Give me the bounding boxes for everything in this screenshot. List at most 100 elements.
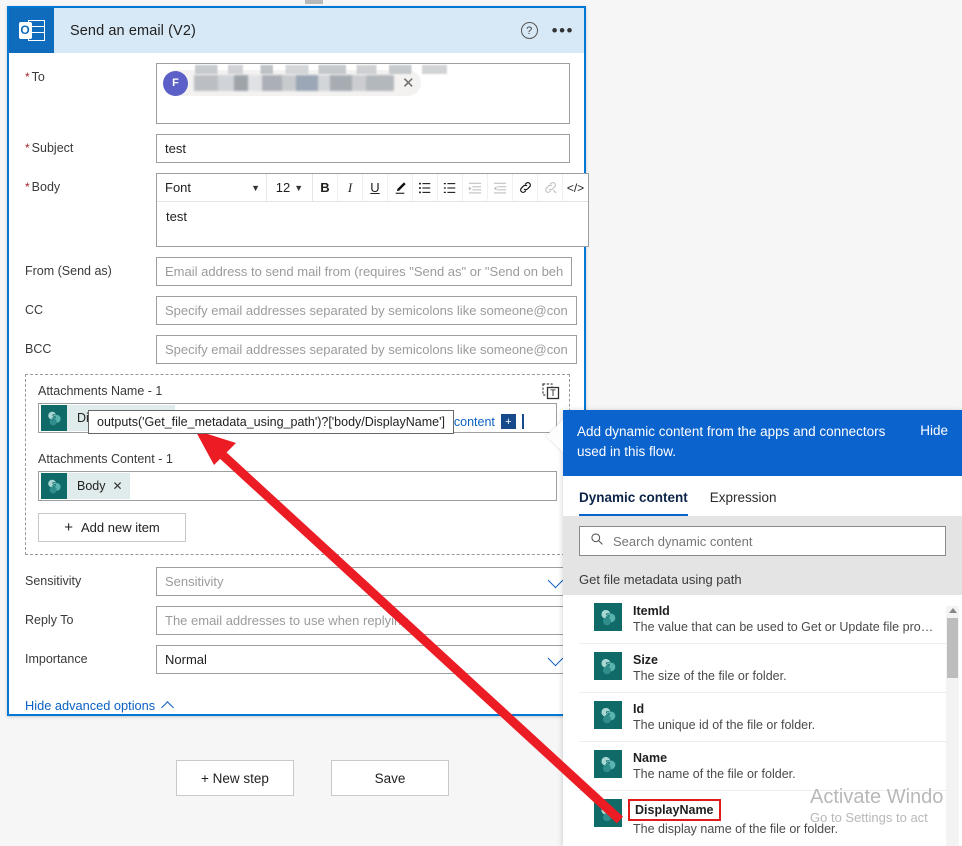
card-header-actions: ? ••• <box>520 8 574 53</box>
cc-input[interactable]: Specify email addresses separated by sem… <box>156 296 577 325</box>
body-rich-text-editor: Font ▼ 12 ▼ B I U </> test <box>156 173 589 247</box>
body-input[interactable]: test <box>157 202 588 246</box>
list-item[interactable]: S Size The size of the file or folder. <box>579 644 954 693</box>
hide-banner-button[interactable]: Hide <box>920 422 948 438</box>
sharepoint-icon: S <box>594 750 622 778</box>
new-step-button[interactable]: + New step <box>176 760 294 796</box>
token-body[interactable]: S Body ✕ <box>41 473 130 499</box>
sharepoint-icon: S <box>594 652 622 680</box>
reply-to-input[interactable]: The email addresses to use when replying <box>156 606 570 635</box>
add-new-item-button[interactable]: + Add new item <box>38 513 186 542</box>
outlook-icon: O <box>9 8 54 53</box>
font-size-label: 12 <box>275 180 291 195</box>
save-button[interactable]: Save <box>331 760 449 796</box>
more-options-icon[interactable]: ••• <box>552 22 574 39</box>
code-view-icon[interactable]: </> <box>563 174 588 201</box>
windows-activation-watermark: Activate Windo Go to Settings to act <box>810 785 960 827</box>
rte-toolbar: Font ▼ 12 ▼ B I U </> <box>157 174 588 202</box>
font-family-dropdown[interactable]: Font ▼ <box>157 174 267 201</box>
field-row-cc: CC Specify email addresses separated by … <box>9 296 584 325</box>
chevron-down-icon: ▼ <box>251 182 260 193</box>
field-row-body: Body Font ▼ 12 ▼ B <box>9 173 589 247</box>
attachments-group: T Attachments Name - 1 S Attachments Con… <box>25 374 570 555</box>
tab-dynamic-content[interactable]: Dynamic content <box>579 490 688 516</box>
highlight-pen-icon[interactable] <box>388 174 413 201</box>
card-header: O Send an email (V2) ? ••• <box>9 8 584 53</box>
sharepoint-icon: S <box>594 799 622 827</box>
list-item[interactable]: S Name The name of the file or folder. <box>579 742 954 791</box>
remove-recipient-icon[interactable]: ✕ <box>402 76 415 91</box>
underline-icon[interactable]: U <box>363 174 388 201</box>
recipient-redacted-text <box>194 75 394 91</box>
search-dynamic-content-input[interactable]: Search dynamic content <box>579 526 946 556</box>
list-item[interactable]: S Id The unique id of the file or folder… <box>579 693 954 742</box>
item-description: The value that can be used to Get or Upd… <box>633 620 938 634</box>
label-attachments-name: Attachments Name - 1 <box>38 384 163 398</box>
sharepoint-icon: S <box>41 473 67 499</box>
label-subject: Subject <box>25 134 156 163</box>
label-reply-to: Reply To <box>25 613 74 627</box>
help-icon[interactable]: ? <box>520 22 538 39</box>
token-label: Body <box>77 479 106 493</box>
hide-advanced-label: Hide advanced options <box>25 698 156 713</box>
bcc-input[interactable]: Specify email addresses separated by sem… <box>156 335 577 364</box>
chevron-up-icon <box>161 700 175 714</box>
bold-glyph: B <box>320 180 330 195</box>
svg-text:S: S <box>605 612 610 619</box>
item-name: DisplayName <box>628 799 721 821</box>
sharepoint-icon: S <box>594 603 622 631</box>
item-name: ItemId <box>633 604 670 618</box>
hide-advanced-options-link[interactable]: Hide advanced options <box>25 698 175 714</box>
svg-text:T: T <box>550 388 556 398</box>
numbered-list-icon[interactable] <box>413 174 438 201</box>
font-family-label: Font <box>165 180 192 195</box>
dynamic-content-banner: Add dynamic content from the apps and co… <box>563 410 962 476</box>
list-item[interactable]: S ItemId The value that can be used to G… <box>579 595 954 644</box>
italic-glyph: I <box>347 179 353 195</box>
panel-pointer <box>546 420 563 452</box>
unlink-icon[interactable] <box>538 174 563 201</box>
tab-expression[interactable]: Expression <box>710 490 777 516</box>
font-size-dropdown[interactable]: 12 ▼ <box>267 174 313 201</box>
subject-input[interactable]: test <box>156 134 570 163</box>
sharepoint-icon: S <box>594 701 622 729</box>
italic-icon[interactable]: I <box>338 174 363 201</box>
text-cursor <box>521 414 524 429</box>
to-input[interactable]: F ✕ <box>156 63 570 124</box>
avatar: F <box>163 70 188 96</box>
search-placeholder: Search dynamic content <box>613 533 753 549</box>
field-row-importance: Importance Normal <box>9 645 584 674</box>
code-glyph: </> <box>566 180 585 195</box>
bullet-list-icon[interactable] <box>438 174 463 201</box>
dynamic-content-panel: Add dynamic content from the apps and co… <box>546 410 962 846</box>
indent-icon[interactable] <box>463 174 488 201</box>
email-form: To F ✕ Subject test <box>9 53 589 715</box>
switch-to-text-mode-icon[interactable]: T <box>541 382 561 402</box>
plus-icon: + <box>64 519 73 536</box>
svg-text:S: S <box>605 759 610 766</box>
add-new-item-label: Add new item <box>81 520 160 535</box>
plus-icon: + <box>500 414 516 429</box>
attachments-content-input[interactable]: S Body ✕ <box>38 471 557 501</box>
importance-dropdown[interactable]: Normal <box>156 645 570 674</box>
from-input[interactable]: Email address to send mail from (require… <box>156 257 573 286</box>
field-row-from: From (Send as) Email address to send mai… <box>9 257 584 286</box>
scrollbar-thumb[interactable] <box>947 618 958 678</box>
bold-icon[interactable]: B <box>313 174 338 201</box>
item-name: Id <box>633 702 645 716</box>
label-importance: Importance <box>25 652 88 666</box>
card-title: Send an email (V2) <box>70 22 196 39</box>
item-description: The unique id of the file or folder. <box>633 718 816 732</box>
field-row-reply-to: Reply To The email addresses to use when… <box>9 606 584 635</box>
item-description: The size of the file or folder. <box>633 669 787 683</box>
svg-text:S: S <box>605 661 610 668</box>
scroll-up-icon[interactable] <box>949 608 957 613</box>
outdent-icon[interactable] <box>488 174 513 201</box>
label-attachments-content: Attachments Content - 1 <box>38 452 173 466</box>
field-row-sensitivity: Sensitivity Sensitivity <box>9 567 584 596</box>
svg-text:S: S <box>51 414 55 420</box>
remove-token-icon[interactable]: ✕ <box>113 479 123 493</box>
label-to: To <box>25 63 156 124</box>
link-icon[interactable] <box>513 174 538 201</box>
sensitivity-dropdown[interactable]: Sensitivity <box>156 567 570 596</box>
